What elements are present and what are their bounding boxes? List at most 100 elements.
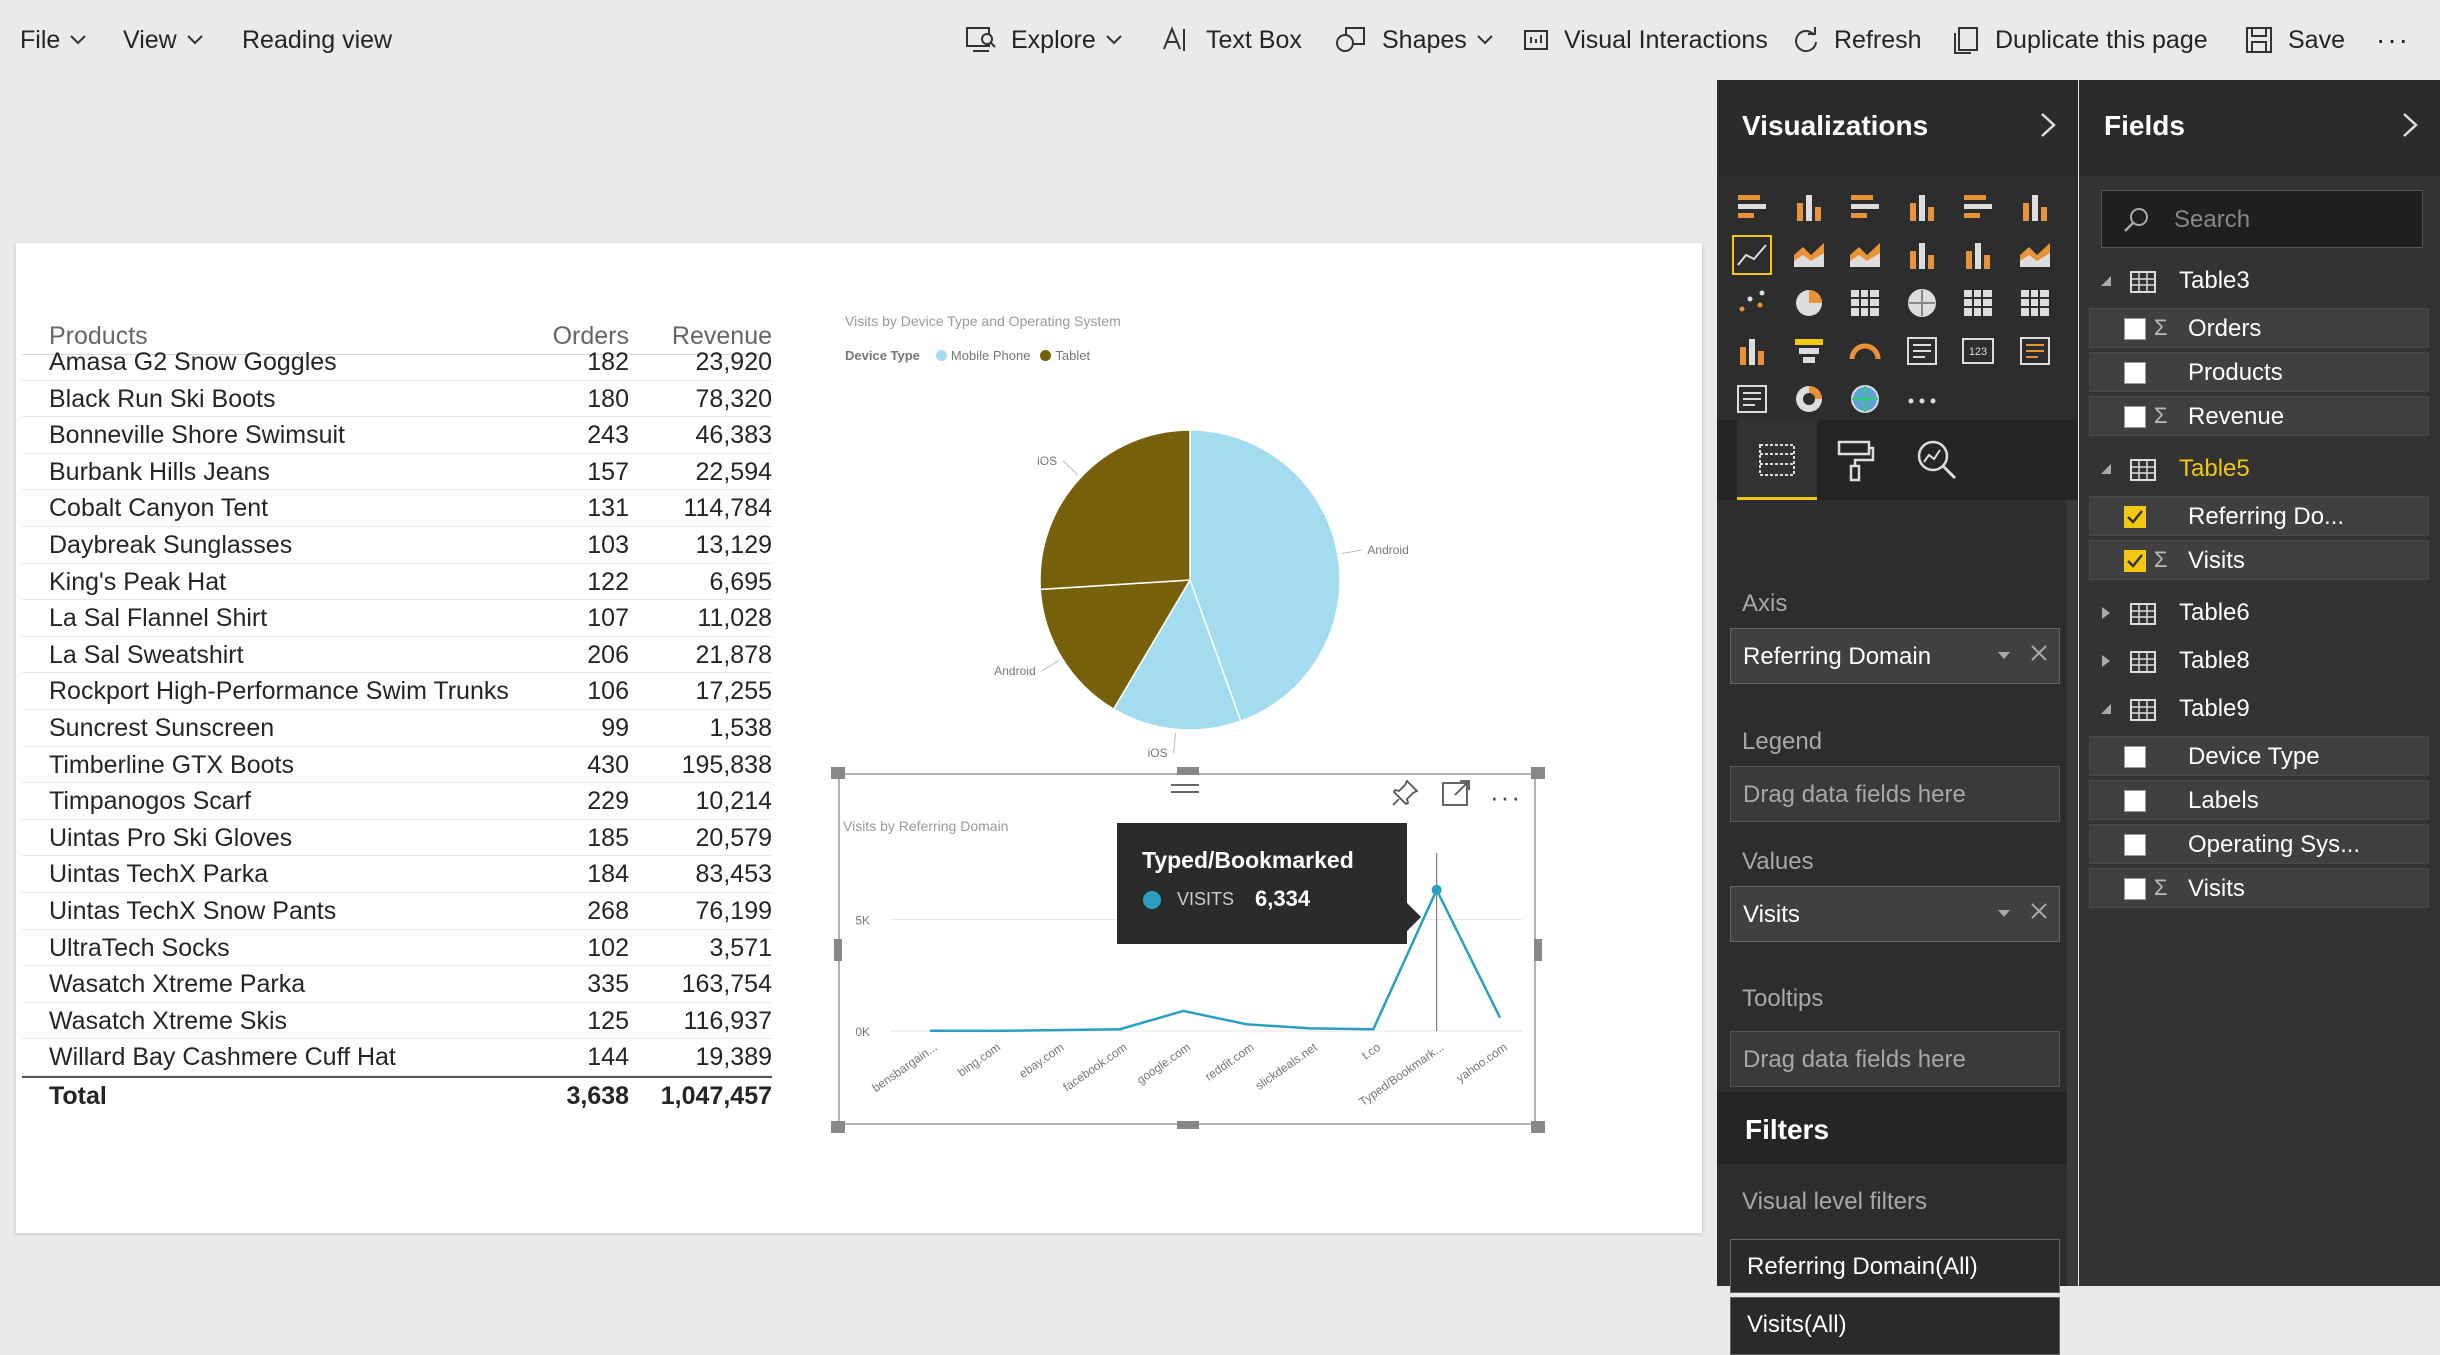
field-item[interactable]: Products bbox=[2089, 352, 2429, 392]
collapsed-caret-icon[interactable] bbox=[2099, 654, 2113, 668]
line-clustered-chart-icon[interactable] bbox=[1958, 235, 1998, 275]
table-row[interactable]: Wasatch Xtreme Skis 125 116,937 bbox=[22, 1003, 772, 1040]
table-row[interactable]: Burbank Hills Jeans 157 22,594 bbox=[22, 454, 772, 491]
dropdown-caret-icon[interactable] bbox=[1997, 909, 2011, 918]
scatter-chart-icon[interactable] bbox=[1732, 283, 1772, 323]
field-checkbox[interactable] bbox=[2124, 550, 2146, 572]
dropdown-caret-icon[interactable] bbox=[1997, 651, 2011, 660]
view-menu[interactable]: View bbox=[123, 0, 203, 80]
expanded-caret-icon[interactable] bbox=[2099, 702, 2113, 716]
resize-handle[interactable] bbox=[1531, 767, 1545, 779]
field-checkbox[interactable] bbox=[2124, 318, 2146, 340]
legend-mobile-label[interactable]: Mobile Phone bbox=[951, 348, 1031, 363]
line-chart-icon[interactable] bbox=[1732, 235, 1772, 275]
table-row[interactable]: Rockport High-Performance Swim Trunks 106… bbox=[22, 673, 772, 710]
table-row[interactable]: Black Run Ski Boots 180 78,320 bbox=[22, 381, 772, 418]
table-row[interactable]: La Sal Sweatshirt 206 21,878 bbox=[22, 637, 772, 674]
table-row[interactable]: Bonneville Shore Swimsuit 243 46,383 bbox=[22, 417, 772, 454]
fields-tab[interactable] bbox=[1737, 420, 1817, 500]
field-table-table6[interactable]: Table6 bbox=[2079, 590, 2440, 636]
table-row[interactable]: Wasatch Xtreme Parka 335 163,754 bbox=[22, 966, 772, 1003]
field-item[interactable]: Device Type bbox=[2089, 736, 2429, 776]
gauge-chart-icon[interactable] bbox=[1845, 331, 1885, 371]
resize-handle[interactable] bbox=[1177, 767, 1199, 775]
table-row[interactable]: Uintas TechX Snow Pants 268 76,199 bbox=[22, 893, 772, 930]
pie-chart-icon[interactable] bbox=[1789, 283, 1829, 323]
resize-handle[interactable] bbox=[831, 767, 845, 779]
field-item[interactable]: Referring Do... bbox=[2089, 496, 2429, 536]
visual-more-options-button[interactable]: ··· bbox=[1490, 782, 1522, 813]
field-item[interactable]: Σ Revenue bbox=[2089, 396, 2429, 436]
ribbon-chart-icon[interactable] bbox=[2015, 235, 2055, 275]
fields-search-box[interactable]: Search bbox=[2101, 190, 2423, 248]
field-item[interactable]: Labels bbox=[2089, 780, 2429, 820]
visual-interactions-button[interactable]: Visual Interactions bbox=[1522, 0, 1768, 80]
field-checkbox[interactable] bbox=[2124, 406, 2146, 428]
field-checkbox[interactable] bbox=[2124, 506, 2146, 528]
treemap-chart-icon[interactable] bbox=[1845, 283, 1885, 323]
pie-chart[interactable]: Android iOS Android iOS bbox=[940, 400, 1440, 760]
field-item[interactable]: Σ Orders bbox=[2089, 308, 2429, 348]
field-checkbox[interactable] bbox=[2124, 878, 2146, 900]
field-table-table8[interactable]: Table8 bbox=[2079, 638, 2440, 684]
slicer-chart-icon[interactable] bbox=[1732, 379, 1772, 419]
collapse-chevron-icon[interactable] bbox=[2402, 112, 2418, 138]
matrix-chart-icon[interactable] bbox=[2015, 283, 2055, 323]
table-row[interactable]: UltraTech Socks 102 3,571 bbox=[22, 930, 772, 967]
table-chart-icon[interactable] bbox=[1958, 283, 1998, 323]
axis-well[interactable]: Referring Domain bbox=[1730, 628, 2060, 684]
table-row[interactable]: Uintas Pro Ski Gloves 185 20,579 bbox=[22, 820, 772, 857]
remove-field-icon[interactable] bbox=[2029, 901, 2049, 921]
remove-field-icon[interactable] bbox=[2029, 643, 2049, 663]
clustered-column-chart-icon[interactable] bbox=[1902, 187, 1942, 227]
field-item[interactable]: Operating Sys... bbox=[2089, 824, 2429, 864]
tooltips-well[interactable]: Drag data fields here bbox=[1730, 1031, 2060, 1087]
card-chart-icon[interactable]: 123 bbox=[1958, 331, 1998, 371]
more-chart-icon[interactable] bbox=[1902, 379, 1942, 419]
table-row[interactable]: Uintas TechX Parka 184 83,453 bbox=[22, 856, 772, 893]
card-multirow-chart-icon[interactable] bbox=[1902, 331, 1942, 371]
field-table-table9[interactable]: Table9 bbox=[2079, 686, 2440, 732]
table-row[interactable]: King's Peak Hat 122 6,695 bbox=[22, 564, 772, 601]
field-checkbox[interactable] bbox=[2124, 790, 2146, 812]
stacked-column-chart-icon[interactable] bbox=[1789, 187, 1829, 227]
table-row[interactable]: Daybreak Sunglasses 103 13,129 bbox=[22, 527, 772, 564]
collapse-chevron-icon[interactable] bbox=[2040, 112, 2056, 138]
explore-button[interactable]: Explore bbox=[965, 0, 1136, 80]
expanded-caret-icon[interactable] bbox=[2099, 274, 2113, 288]
file-menu[interactable]: File bbox=[20, 0, 87, 80]
refresh-button[interactable]: Refresh bbox=[1792, 0, 1922, 80]
table-row[interactable]: Timberline GTX Boots 430 195,838 bbox=[22, 747, 772, 784]
line-column-chart-icon[interactable] bbox=[1902, 235, 1942, 275]
pie-slice-tablet-ios[interactable] bbox=[1039, 429, 1191, 591]
drag-handle[interactable] bbox=[1167, 780, 1203, 803]
focus-mode-button[interactable] bbox=[1441, 779, 1471, 812]
legend-well[interactable]: Drag data fields here bbox=[1730, 766, 2060, 822]
table-row[interactable]: Suncrest Sunscreen 99 1,538 bbox=[22, 710, 772, 747]
pin-visual-button[interactable] bbox=[1390, 778, 1420, 813]
field-item[interactable]: Σ Visits bbox=[2089, 540, 2429, 580]
waterfall-chart-icon[interactable] bbox=[1732, 331, 1772, 371]
analytics-magnifier-icon[interactable] bbox=[1915, 438, 1959, 482]
table-row[interactable]: Timpanogos Scarf 229 10,214 bbox=[22, 783, 772, 820]
table-row[interactable]: La Sal Flannel Shirt 107 11,028 bbox=[22, 600, 772, 637]
collapsed-caret-icon[interactable] bbox=[2099, 606, 2113, 620]
funnel-chart-icon[interactable] bbox=[1789, 331, 1829, 371]
100-column-chart-icon[interactable] bbox=[2015, 187, 2055, 227]
table-row[interactable]: Willard Bay Cashmere Cuff Hat 144 19,389 bbox=[22, 1039, 772, 1076]
legend-tablet-label[interactable]: Tablet bbox=[1055, 348, 1090, 363]
area-chart-icon[interactable] bbox=[1789, 235, 1829, 275]
table-row[interactable]: Amasa G2 Snow Goggles 182 23,920 bbox=[22, 344, 772, 381]
text-box-button[interactable]: Text Box bbox=[1160, 0, 1302, 80]
map-chart-icon[interactable] bbox=[1902, 283, 1942, 323]
100-bar-chart-icon[interactable] bbox=[1958, 187, 1998, 227]
field-checkbox[interactable] bbox=[2124, 746, 2146, 768]
expanded-caret-icon[interactable] bbox=[2099, 462, 2113, 476]
duplicate-page-button[interactable]: Duplicate this page bbox=[1951, 0, 2208, 80]
reading-view-button[interactable]: Reading view bbox=[242, 0, 392, 80]
values-well[interactable]: Visits bbox=[1730, 886, 2060, 942]
kpi-chart-icon[interactable] bbox=[2015, 331, 2055, 371]
globe-chart-icon[interactable] bbox=[1845, 379, 1885, 419]
field-item[interactable]: Σ Visits bbox=[2089, 868, 2429, 908]
clustered-bar-chart-icon[interactable] bbox=[1845, 187, 1885, 227]
